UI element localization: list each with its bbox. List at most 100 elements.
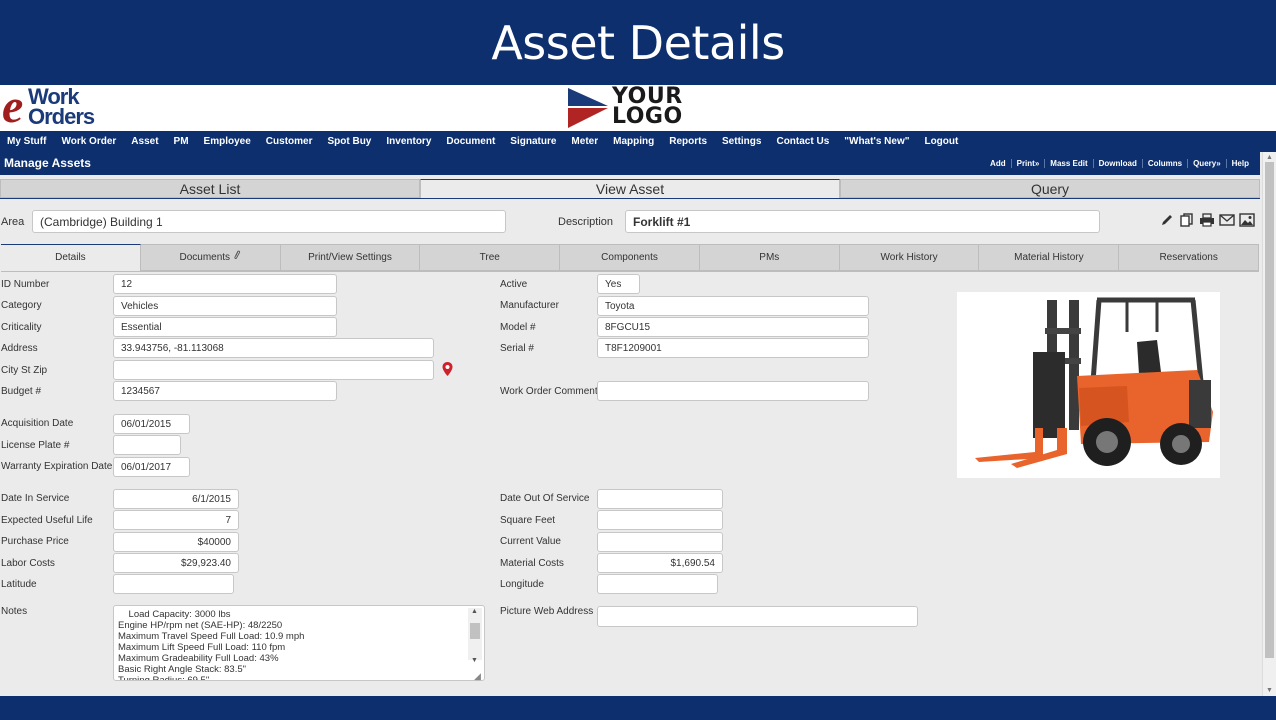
license-plate-field[interactable] [113, 435, 181, 455]
menu-item-mapping[interactable]: Mapping [613, 136, 654, 147]
menu-item-document[interactable]: Document [446, 136, 495, 147]
image-icon[interactable] [1239, 213, 1259, 227]
your-logo-mark-icon [568, 88, 608, 128]
print-menu-button[interactable]: Print» [1010, 159, 1045, 168]
eworkorders-logo[interactable]: e Work Orders [2, 83, 132, 131]
asset-photo[interactable] [957, 292, 1220, 478]
page-scrollbar[interactable]: ▲ ▼ [1262, 152, 1276, 696]
menu-item-spot-buy[interactable]: Spot Buy [327, 136, 371, 147]
square-feet-field[interactable] [597, 510, 723, 530]
area-label: Area [1, 216, 25, 228]
download-button[interactable]: Download [1092, 159, 1142, 168]
tab-details[interactable]: Details [1, 244, 141, 271]
expected-useful-life-field[interactable]: 7 [113, 510, 239, 530]
tab-work-history[interactable]: Work History [839, 244, 980, 271]
warranty-expiration-field[interactable]: 06/01/2017 [113, 457, 190, 477]
tab-components[interactable]: Components [560, 244, 700, 271]
menu-item-my-stuff[interactable]: My Stuff [7, 136, 46, 147]
serial-field[interactable]: T8F1209001 [597, 338, 869, 358]
address-field[interactable]: 33.943756, -81.113068 [113, 338, 434, 358]
manufacturer-label: Manufacturer [500, 300, 559, 311]
page-scroll-up-icon[interactable]: ▲ [1266, 154, 1273, 161]
active-label: Active [500, 279, 528, 290]
tab-view-asset[interactable]: View Asset [420, 179, 840, 198]
longitude-field[interactable] [597, 574, 718, 594]
menu-item-meter[interactable]: Meter [571, 136, 598, 147]
footer-bar [0, 696, 1276, 720]
purchase-price-field[interactable]: $40000 [113, 532, 239, 552]
current-value-field[interactable] [597, 532, 723, 552]
menu-item-reports[interactable]: Reports [669, 136, 707, 147]
scroll-down-arrow-icon[interactable]: ▼ [471, 657, 478, 664]
help-button[interactable]: Help [1225, 159, 1254, 168]
city-st-zip-field[interactable] [113, 360, 434, 380]
picture-web-address-field[interactable] [597, 606, 918, 627]
menu-item-settings[interactable]: Settings [722, 136, 761, 147]
area-field[interactable]: (Cambridge) Building 1 [32, 210, 506, 233]
page-scroll-thumb[interactable] [1265, 162, 1274, 658]
tab-reservations-label: Reservations [1159, 252, 1218, 263]
menu-item-signature[interactable]: Signature [510, 136, 556, 147]
longitude-label: Longitude [500, 579, 544, 590]
menu-item-contact-us[interactable]: Contact Us [776, 136, 829, 147]
scroll-up-arrow-icon[interactable]: ▲ [471, 608, 478, 615]
tab-pms[interactable]: PMs [699, 244, 840, 271]
notes-scroll-thumb[interactable] [470, 623, 480, 639]
notes-scrollbar[interactable]: ▲ ▼ [468, 608, 482, 664]
description-label: Description [558, 216, 614, 228]
active-field[interactable]: Yes [597, 274, 640, 294]
tab-documents[interactable]: Documents [140, 244, 281, 271]
material-costs-label: Material Costs [500, 558, 564, 569]
menu-item-logout[interactable]: Logout [924, 136, 958, 147]
work-order-comment-field[interactable] [597, 381, 869, 401]
criticality-field[interactable]: Essential [113, 317, 337, 337]
menu-item-employee[interactable]: Employee [204, 136, 251, 147]
logo-line2: Orders [28, 104, 95, 129]
menu-item-inventory[interactable]: Inventory [386, 136, 431, 147]
menu-item-customer[interactable]: Customer [266, 136, 313, 147]
tab-documents-label: Documents [179, 252, 231, 263]
add-button[interactable]: Add [985, 159, 1011, 168]
tab-reservations[interactable]: Reservations [1119, 244, 1260, 271]
serial-label: Serial # [500, 343, 534, 354]
date-out-of-service-field[interactable] [597, 489, 723, 509]
model-field[interactable]: 8FGCU15 [597, 317, 869, 337]
menu-item-pm[interactable]: PM [174, 136, 189, 147]
manage-assets-bar: Manage Assets Add Print» Mass Edit Downl… [0, 152, 1260, 175]
menu-item-whats-new[interactable]: "What's New" [844, 136, 909, 147]
menu-item-asset[interactable]: Asset [131, 136, 158, 147]
manage-assets-title: Manage Assets [4, 156, 91, 170]
menu-item-work-order[interactable]: Work Order [61, 136, 116, 147]
mail-icon[interactable] [1219, 213, 1239, 227]
tab-print-view-settings[interactable]: Print/View Settings [280, 244, 421, 271]
purchase-price-label: Purchase Price [1, 536, 69, 547]
tab-material-history[interactable]: Material History [979, 244, 1120, 271]
id-number-field[interactable]: 12 [113, 274, 337, 294]
labor-costs-field[interactable]: $29,923.40 [113, 553, 239, 573]
copy-icon[interactable] [1179, 213, 1199, 227]
mass-edit-button[interactable]: Mass Edit [1044, 159, 1092, 168]
paperclip-icon [233, 250, 241, 263]
budget-field[interactable]: 1234567 [113, 381, 337, 401]
query-menu-button[interactable]: Query» [1187, 159, 1226, 168]
latitude-field[interactable] [113, 574, 234, 594]
description-field[interactable]: Forklift #1 [625, 210, 1100, 233]
date-in-service-field[interactable]: 6/1/2015 [113, 489, 239, 509]
page-scroll-down-icon[interactable]: ▼ [1266, 687, 1273, 694]
material-costs-field[interactable]: $1,690.54 [597, 553, 723, 573]
map-pin-icon[interactable] [442, 362, 453, 381]
pencil-icon[interactable] [1159, 213, 1179, 227]
acquisition-date-field[interactable]: 06/01/2015 [113, 414, 190, 434]
tab-tree[interactable]: Tree [420, 244, 561, 271]
resize-handle-icon[interactable]: ◢ [474, 671, 481, 682]
tab-query[interactable]: Query [840, 179, 1260, 198]
tab-asset-list[interactable]: Asset List [0, 179, 420, 198]
columns-button[interactable]: Columns [1141, 159, 1187, 168]
tab-components-label: Components [601, 252, 658, 263]
print-icon[interactable] [1199, 213, 1219, 227]
criticality-label: Criticality [1, 322, 42, 333]
category-field[interactable]: Vehicles [113, 296, 337, 316]
notes-textarea[interactable]: Load Capacity: 3000 lbs Engine HP/rpm ne… [113, 605, 485, 681]
id-number-label: ID Number [1, 279, 50, 290]
manufacturer-field[interactable]: Toyota [597, 296, 869, 316]
